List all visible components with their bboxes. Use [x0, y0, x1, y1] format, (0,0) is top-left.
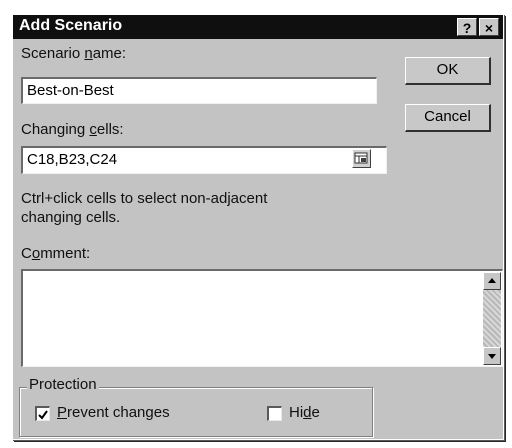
checkmark-icon: [38, 410, 48, 420]
scroll-down-arrow-icon[interactable]: [483, 347, 501, 365]
help-button[interactable]: ?: [457, 18, 477, 36]
close-button[interactable]: ×: [479, 18, 499, 36]
collapse-dialog-icon[interactable]: [352, 149, 371, 168]
ok-button[interactable]: OK: [405, 57, 491, 85]
changing-cells-input[interactable]: C18,B23,C24: [21, 146, 387, 174]
hide-checkbox[interactable]: [267, 406, 282, 421]
changing-cells-label: Changing cells:: [21, 121, 124, 138]
scenario-name-label: Scenario name:: [21, 45, 127, 62]
scenario-name-input[interactable]: Best-on-Best: [21, 77, 377, 104]
dialog-title: Add Scenario: [19, 17, 123, 34]
scroll-track[interactable]: [483, 290, 501, 347]
scenario-name-value: Best-on-Best: [27, 82, 114, 99]
protection-title: Protection: [27, 376, 99, 393]
comment-textarea[interactable]: [21, 269, 503, 367]
comment-label: Comment:: [21, 245, 91, 262]
cancel-button[interactable]: Cancel: [405, 104, 491, 132]
hide-label[interactable]: Hide: [289, 404, 320, 421]
comment-scrollbar[interactable]: [483, 272, 501, 365]
changing-cells-hint-1: Ctrl+click cells to select non-adjacent: [21, 190, 268, 207]
prevent-changes-checkbox[interactable]: [35, 406, 50, 421]
prevent-changes-label[interactable]: Prevent changes: [57, 404, 170, 421]
changing-cells-hint-2: changing cells.: [21, 209, 121, 226]
changing-cells-value: C18,B23,C24: [27, 151, 118, 168]
title-bar[interactable]: Add Scenario ? ×: [13, 15, 503, 39]
scroll-up-arrow-icon[interactable]: [483, 272, 501, 290]
add-scenario-dialog: Add Scenario ? × Scenario name: Best-on-…: [12, 14, 504, 440]
